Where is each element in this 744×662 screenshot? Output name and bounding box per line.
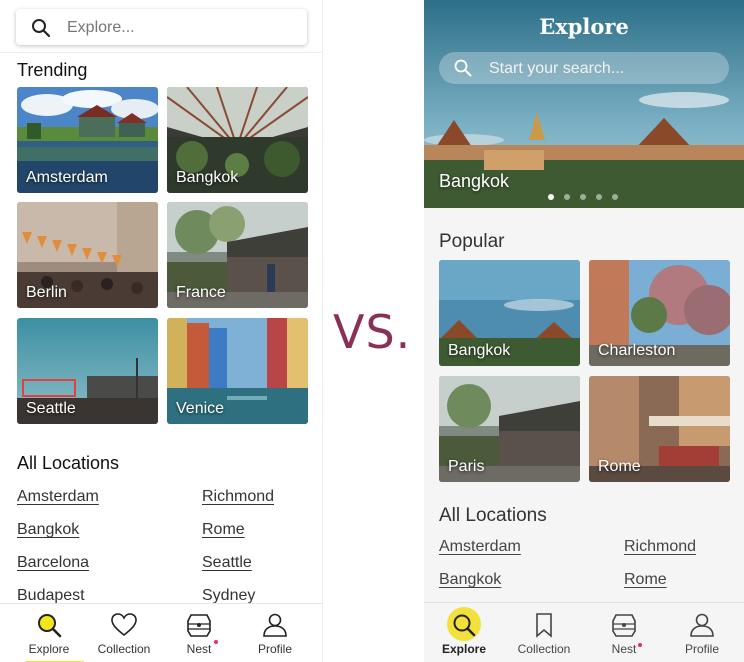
location-link[interactable]: Rome <box>624 571 667 589</box>
search-icon <box>32 19 51 38</box>
location-link[interactable]: Bangkok <box>439 571 501 589</box>
nav-tab-explore[interactable]: Explore <box>429 612 499 656</box>
search-bar[interactable] <box>439 52 729 84</box>
popular-tile-rome[interactable]: Rome <box>589 376 730 482</box>
nav-tab-collection[interactable]: Collection <box>509 612 579 656</box>
right-app-screen: Explore Bangkok Popular Bangkok <box>424 0 744 662</box>
left-app-screen: Trending Amsterdam <box>0 0 323 662</box>
all-locations-title: All Locations <box>439 505 547 526</box>
nav-label: Profile <box>684 642 719 656</box>
trending-tile-berlin[interactable]: Berlin <box>17 202 158 308</box>
carousel-dot[interactable] <box>612 194 618 200</box>
trending-tile-france[interactable]: France <box>167 202 308 308</box>
location-link[interactable]: Richmond <box>624 538 696 556</box>
carousel-dot[interactable] <box>596 194 602 200</box>
search-input[interactable] <box>487 57 711 81</box>
location-link[interactable]: Richmond <box>202 488 274 506</box>
trending-title: Trending <box>17 60 88 80</box>
tile-label: Bangkok <box>176 169 239 186</box>
nav-label: Explore <box>28 642 70 656</box>
notification-dot <box>214 640 218 644</box>
vs-label: VS. <box>333 305 412 359</box>
notification-dot <box>638 643 642 647</box>
nav-tab-explore[interactable]: Explore <box>14 612 84 656</box>
tile-label: Amsterdam <box>26 169 108 186</box>
search-icon <box>453 614 476 637</box>
nav-tab-nest[interactable]: Nest <box>164 612 234 656</box>
nav-label: Nest <box>611 642 637 656</box>
location-link[interactable]: Amsterdam <box>17 488 99 506</box>
carousel-dot[interactable] <box>580 194 586 200</box>
nav-tab-profile[interactable]: Profile <box>667 612 737 656</box>
tile-label: Bangkok <box>448 342 511 359</box>
popular-tile-charleston[interactable]: Charleston <box>589 260 730 366</box>
hero-city-label: Bangkok <box>439 171 510 191</box>
tile-label: Charleston <box>598 342 676 359</box>
trending-tile-seattle[interactable]: Seattle <box>17 318 158 424</box>
carousel-dot[interactable] <box>548 194 554 200</box>
search-input[interactable] <box>65 15 289 41</box>
tile-label: Venice <box>176 400 225 417</box>
bottom-nav: Explore Collection Nest Profile <box>424 602 744 662</box>
bottom-nav: Explore Collection Nest Profile <box>0 603 322 662</box>
popular-tile-paris[interactable]: Paris <box>439 376 580 482</box>
nav-label: Nest <box>186 642 212 656</box>
search-bar[interactable] <box>16 9 307 45</box>
search-icon <box>454 59 472 77</box>
tile-label: France <box>176 284 226 301</box>
popular-title: Popular <box>439 231 505 252</box>
location-link[interactable]: Barcelona <box>17 554 89 572</box>
nav-tab-collection[interactable]: Collection <box>89 612 159 656</box>
location-link[interactable]: Amsterdam <box>439 538 521 556</box>
heart-icon <box>111 613 137 637</box>
trending-tile-venice[interactable]: Venice <box>167 318 308 424</box>
nav-tab-profile[interactable]: Profile <box>240 612 310 656</box>
divider <box>0 52 322 53</box>
trending-tile-bangkok[interactable]: Bangkok <box>167 87 308 193</box>
search-icon <box>38 614 62 638</box>
tile-label: Paris <box>448 458 485 475</box>
nav-label: Collection <box>97 642 151 656</box>
nest-icon <box>187 614 211 637</box>
location-link[interactable]: Rome <box>202 521 245 539</box>
profile-icon <box>263 613 287 637</box>
nest-icon <box>612 614 636 637</box>
nav-tab-nest[interactable]: Nest <box>589 612 659 656</box>
hero-banner[interactable]: Explore Bangkok <box>424 0 744 208</box>
tile-label: Rome <box>598 458 641 475</box>
popular-tile-bangkok[interactable]: Bangkok <box>439 260 580 366</box>
nav-label: Profile <box>257 642 292 656</box>
profile-icon <box>690 613 714 637</box>
bookmark-icon <box>536 613 552 638</box>
location-link[interactable]: Bangkok <box>17 521 79 539</box>
tile-label: Seattle <box>26 400 76 417</box>
nav-label: Collection <box>517 642 571 656</box>
nav-label: Explore <box>441 642 486 656</box>
trending-tile-amsterdam[interactable]: Amsterdam <box>17 87 158 193</box>
page-title: Explore <box>539 14 629 39</box>
tile-label: Berlin <box>26 284 67 301</box>
all-locations-title: All Locations <box>17 453 120 473</box>
carousel-dot[interactable] <box>564 194 570 200</box>
location-link[interactable]: Seattle <box>202 554 252 572</box>
